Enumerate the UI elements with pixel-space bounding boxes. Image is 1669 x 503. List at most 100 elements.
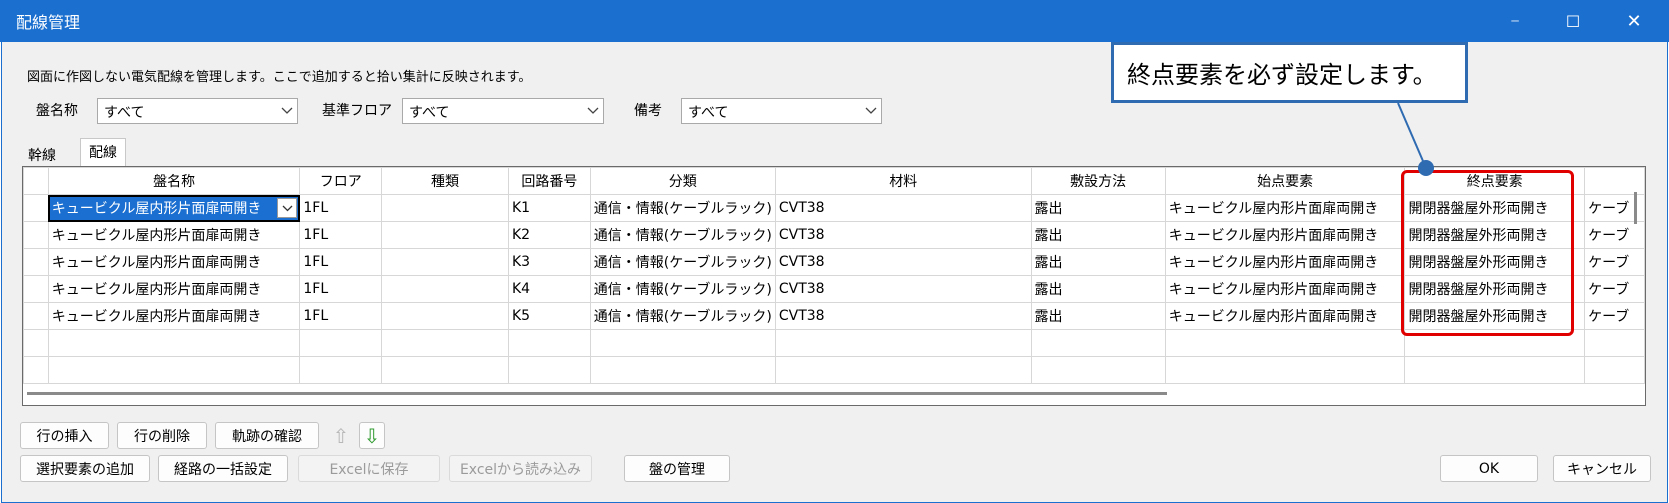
table-cell[interactable]: CVT38 xyxy=(774,248,1032,276)
move-down-button[interactable]: ⇩ xyxy=(359,422,385,449)
table-cell[interactable]: 通信・情報(ケーブルラック) xyxy=(589,248,776,276)
cancel-button[interactable]: キャンセル xyxy=(1553,455,1651,482)
maximize-button[interactable]: ☐ xyxy=(1545,0,1601,42)
move-up-button[interactable]: ⇧ xyxy=(328,422,354,449)
table-cell[interactable]: K4 xyxy=(507,275,591,303)
table-cell[interactable]: 通信・情報(ケーブルラック) xyxy=(589,194,776,222)
col-header-type[interactable]: 種類 xyxy=(381,167,509,195)
callout-box: 終点要素を必ず設定します。 xyxy=(1111,42,1468,103)
table-cell[interactable]: 露出 xyxy=(1030,275,1166,303)
vertical-scrollbar[interactable] xyxy=(1634,192,1637,224)
panel-cell-selected[interactable]: キュービクル屋内形片面扉両開き xyxy=(47,194,301,222)
row-header[interactable] xyxy=(23,248,49,276)
panel-name-value: すべて xyxy=(104,105,145,121)
table-cell[interactable]: キュービクル屋内形片面扉両開き xyxy=(47,221,301,249)
col-header-method[interactable]: 敷設方法 xyxy=(1030,167,1166,195)
table-cell[interactable]: 通信・情報(ケーブルラック) xyxy=(589,302,776,330)
table-cell[interactable]: 1FL xyxy=(299,221,383,249)
add-selected-element-button[interactable]: 選択要素の追加 xyxy=(20,455,150,482)
check-trace-button[interactable]: 軌跡の確認 xyxy=(215,422,319,449)
ok-button[interactable]: OK xyxy=(1440,455,1538,482)
title-bar: 配線管理 ─ ☐ ✕ xyxy=(0,0,1669,42)
table-cell[interactable]: 露出 xyxy=(1030,221,1166,249)
col-header-panel[interactable]: 盤名称 xyxy=(47,167,301,195)
description-text: 図面に作図しない電気配線を管理します。ここで追加すると拾い集計に反映されます。 xyxy=(27,70,532,85)
insert-row-button[interactable]: 行の挿入 xyxy=(20,422,109,449)
col-header-circuit[interactable]: 回路番号 xyxy=(507,167,591,195)
minimize-button[interactable]: ─ xyxy=(1487,0,1543,42)
save-excel-button[interactable]: Excelに保存 xyxy=(298,455,440,482)
bulk-route-setting-button[interactable]: 経路の一括設定 xyxy=(158,455,288,482)
table-cell[interactable] xyxy=(381,221,509,249)
table-cell[interactable]: ケーブ xyxy=(1584,275,1645,303)
table-cell[interactable]: 露出 xyxy=(1030,248,1166,276)
table-cell[interactable]: キュービクル屋内形片面扉両開き xyxy=(47,302,301,330)
table-cell[interactable]: CVT38 xyxy=(774,275,1032,303)
row-header[interactable] xyxy=(23,302,49,330)
table-cell[interactable] xyxy=(381,275,509,303)
table-cell[interactable]: 露出 xyxy=(1030,302,1166,330)
row-header[interactable] xyxy=(23,194,49,222)
up-arrow-icon: ⇧ xyxy=(332,423,350,448)
table-cell[interactable]: CVT38 xyxy=(774,302,1032,330)
table-cell[interactable]: K3 xyxy=(507,248,591,276)
maximize-icon: ☐ xyxy=(1565,11,1581,31)
col-header-extra[interactable] xyxy=(1584,167,1645,195)
col-header-material[interactable]: 材料 xyxy=(774,167,1032,195)
empty-row[interactable] xyxy=(23,356,1645,384)
end-element-highlight xyxy=(1401,170,1574,336)
tab-trunk[interactable]: 幹線 xyxy=(22,142,62,166)
table-cell[interactable]: K1 xyxy=(507,194,591,222)
window-title: 配線管理 xyxy=(16,13,81,32)
row-header[interactable] xyxy=(23,221,49,249)
table-cell[interactable]: キュービクル屋内形片面扉両開き xyxy=(1164,248,1406,276)
row-header-corner xyxy=(23,167,49,195)
chevron-down-icon xyxy=(583,99,603,123)
panel-management-button[interactable]: 盤の管理 xyxy=(624,455,730,482)
table-cell[interactable] xyxy=(381,248,509,276)
table-cell[interactable]: 1FL xyxy=(299,302,383,330)
table-cell[interactable]: 通信・情報(ケーブルラック) xyxy=(589,221,776,249)
table-cell[interactable]: キュービクル屋内形片面扉両開き xyxy=(1164,275,1406,303)
chevron-down-icon xyxy=(277,99,297,123)
table-cell[interactable]: K2 xyxy=(507,221,591,249)
table-cell[interactable] xyxy=(381,194,509,222)
table-cell[interactable]: ケーブ xyxy=(1584,248,1645,276)
base-floor-combo[interactable]: すべて xyxy=(402,98,604,124)
col-header-floor[interactable]: フロア xyxy=(299,167,383,195)
horizontal-scrollbar[interactable] xyxy=(27,392,1167,395)
col-header-start[interactable]: 始点要素 xyxy=(1164,167,1406,195)
table-cell[interactable]: キュービクル屋内形片面扉両開き xyxy=(47,248,301,276)
table-cell[interactable]: 1FL xyxy=(299,275,383,303)
table-cell[interactable]: CVT38 xyxy=(774,194,1032,222)
minimize-icon: ─ xyxy=(1511,14,1519,28)
table-cell[interactable]: 通信・情報(ケーブルラック) xyxy=(589,275,776,303)
table-cell[interactable]: ケーブ xyxy=(1584,221,1645,249)
chevron-down-icon[interactable] xyxy=(277,198,298,218)
panel-name-combo[interactable]: すべて xyxy=(97,98,298,124)
filter-label-panel: 盤名称 xyxy=(36,103,78,119)
table-cell[interactable]: 1FL xyxy=(299,194,383,222)
filter-label-remarks: 備考 xyxy=(634,103,662,119)
table-cell[interactable]: ケーブ xyxy=(1584,302,1645,330)
delete-row-button[interactable]: 行の削除 xyxy=(117,422,207,449)
table-cell[interactable]: キュービクル屋内形片面扉両開き xyxy=(1164,302,1406,330)
table-cell[interactable]: キュービクル屋内形片面扉両開き xyxy=(1164,194,1406,222)
remarks-combo[interactable]: すべて xyxy=(681,98,882,124)
load-excel-button[interactable]: Excelから読み込み xyxy=(449,455,592,482)
close-button[interactable]: ✕ xyxy=(1606,0,1662,42)
table-cell[interactable] xyxy=(381,302,509,330)
remarks-value: すべて xyxy=(688,105,729,121)
chevron-down-icon xyxy=(861,99,881,123)
col-header-category[interactable]: 分類 xyxy=(589,167,776,195)
close-icon: ✕ xyxy=(1626,10,1642,32)
tab-wiring[interactable]: 配線 xyxy=(80,138,126,166)
table-cell[interactable]: K5 xyxy=(507,302,591,330)
table-cell[interactable]: キュービクル屋内形片面扉両開き xyxy=(1164,221,1406,249)
down-arrow-icon: ⇩ xyxy=(363,423,381,448)
table-cell[interactable]: 露出 xyxy=(1030,194,1166,222)
table-cell[interactable]: キュービクル屋内形片面扉両開き xyxy=(47,275,301,303)
table-cell[interactable]: CVT38 xyxy=(774,221,1032,249)
row-header[interactable] xyxy=(23,275,49,303)
table-cell[interactable]: 1FL xyxy=(299,248,383,276)
